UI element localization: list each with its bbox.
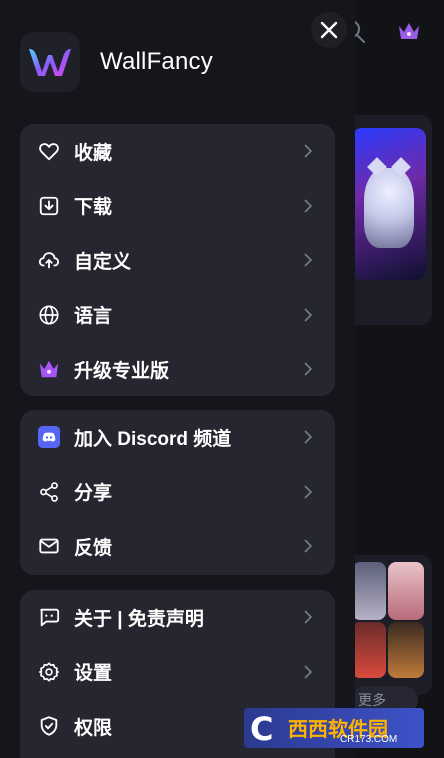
watermark-site: CR173.COM <box>340 734 398 745</box>
menu-item-label: 反馈 <box>74 537 113 559</box>
chat-icon <box>38 606 60 628</box>
menu-item-label: 收藏 <box>74 142 113 164</box>
heart-icon <box>38 140 60 162</box>
close-drawer-button[interactable] <box>311 12 347 48</box>
menu-item-discord[interactable]: 加入 Discord 频道 <box>20 410 335 465</box>
menu-group-community: 加入 Discord 频道 分享 反馈 <box>20 410 335 575</box>
chevron-right-icon <box>303 362 313 376</box>
menu-item-label: 加入 Discord 频道 <box>74 428 232 450</box>
menu-item-settings[interactable]: 设置 <box>20 645 335 700</box>
wallpaper-thumbnail[interactable] <box>352 128 426 280</box>
chevron-right-icon <box>303 253 313 267</box>
globe-icon <box>38 304 60 326</box>
chevron-right-icon <box>303 199 313 213</box>
chevron-right-icon <box>303 539 313 553</box>
shield-icon <box>38 715 60 737</box>
menu-item-share[interactable]: 分享 <box>20 465 335 520</box>
side-drawer: WallFancy 收藏 下载 自定义 语言 升级专业版 加入 Discord … <box>0 0 355 758</box>
discord-icon <box>38 426 60 449</box>
chevron-right-icon <box>303 144 313 158</box>
watermark-logo: C 西西软件园 CR173.COM <box>244 708 424 748</box>
app-logo <box>20 32 80 92</box>
menu-item-about[interactable]: 关于 | 免责声明 <box>20 590 335 645</box>
mail-icon <box>38 535 60 557</box>
menu-item-downloads[interactable]: 下载 <box>20 179 335 234</box>
gear-icon <box>38 661 60 683</box>
menu-item-label: 分享 <box>74 483 113 505</box>
download-icon <box>38 195 60 217</box>
wallpaper-thumbnail[interactable] <box>388 622 424 678</box>
menu-item-label: 自定义 <box>74 251 132 273</box>
chevron-right-icon <box>303 430 313 444</box>
chevron-right-icon <box>303 610 313 624</box>
menu-item-favorites[interactable]: 收藏 <box>20 124 335 179</box>
close-icon <box>320 21 338 39</box>
crown-icon <box>38 358 60 380</box>
chevron-right-icon <box>303 485 313 499</box>
menu-item-label: 设置 <box>74 663 113 685</box>
menu-item-label: 下载 <box>74 197 113 219</box>
crown-icon[interactable] <box>396 18 422 44</box>
wallpaper-thumbnail[interactable] <box>388 562 424 620</box>
watermark-letter: C <box>250 710 274 748</box>
menu-item-label: 关于 | 免责声明 <box>74 608 204 630</box>
share-icon <box>38 481 60 503</box>
menu-item-label: 权限 <box>74 717 113 739</box>
wallpaper-thumbnail[interactable] <box>352 622 386 678</box>
menu-item-feedback[interactable]: 反馈 <box>20 519 335 574</box>
wallpaper-thumbnail[interactable] <box>352 562 386 620</box>
cloud-upload-icon <box>38 249 60 271</box>
menu-item-label: 升级专业版 <box>74 360 170 382</box>
menu-group-main: 收藏 下载 自定义 语言 升级专业版 <box>20 124 335 396</box>
menu-item-language[interactable]: 语言 <box>20 288 335 343</box>
wallfancy-logo-icon <box>29 49 71 76</box>
app-name: WallFancy <box>100 48 213 75</box>
menu-item-customize[interactable]: 自定义 <box>20 233 335 288</box>
chevron-right-icon <box>303 308 313 322</box>
menu-item-upgrade-pro[interactable]: 升级专业版 <box>20 342 335 397</box>
menu-item-label: 语言 <box>74 306 113 328</box>
chevron-right-icon <box>303 665 313 679</box>
